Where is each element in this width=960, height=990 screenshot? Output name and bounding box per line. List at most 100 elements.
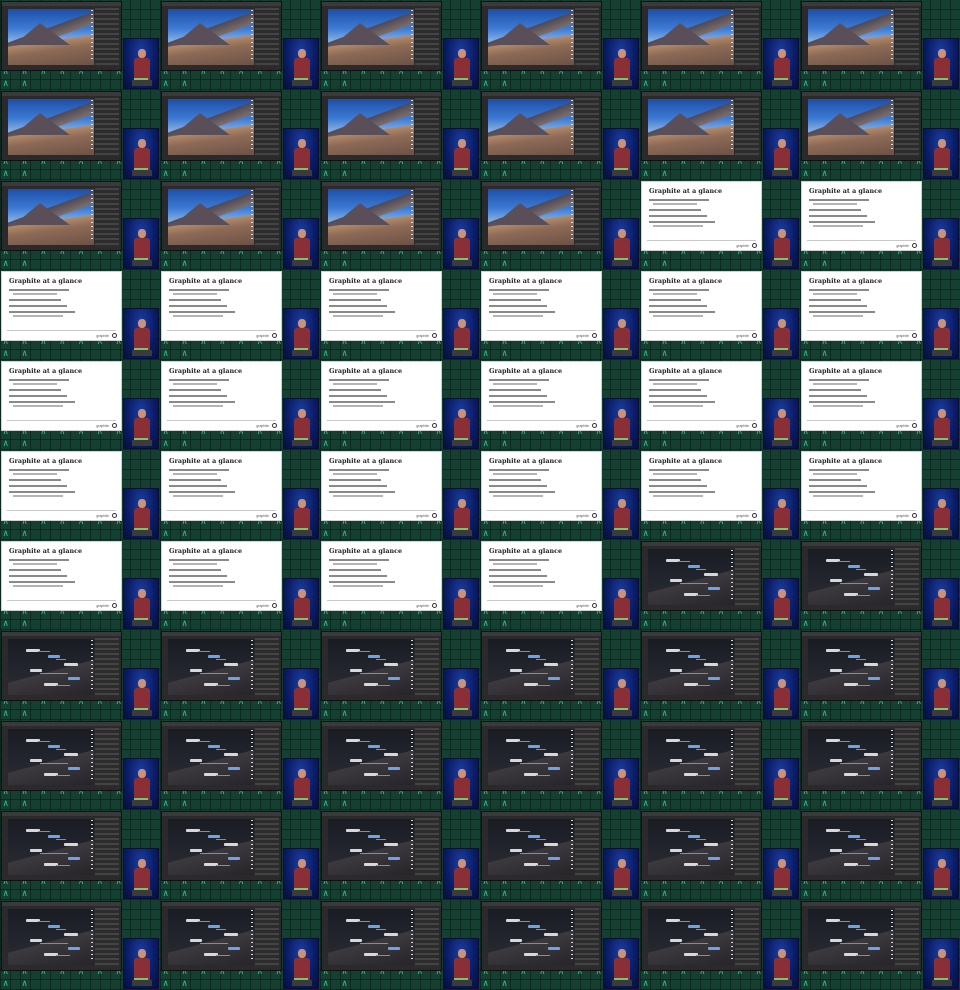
video-frame-thumbnail[interactable]: ∧ ∧ ∧ ∧ ∧ ∧ ∧ ∧ ∧ ∧ Graphite at a glance g… [0, 450, 160, 540]
video-frame-thumbnail[interactable]: ∧ ∧ ∧ ∧ ∧ ∧ ∧ ∧ ∧ ∧ Graphite at a glance g… [800, 450, 960, 540]
video-frame-thumbnail[interactable]: ∧ ∧ ∧ ∧ ∧ ∧ ∧ ∧ ∧ ∧ Graphite at a glance g… [640, 450, 800, 540]
properties-panel [735, 728, 759, 787]
slide-bullet [9, 479, 61, 481]
video-frame-thumbnail[interactable]: ∧ ∧ ∧ ∧ ∧ ∧ ∧ ∧ ∧ ∧ [800, 90, 960, 180]
video-frame-thumbnail[interactable]: ∧ ∧ ∧ ∧ ∧ ∧ ∧ ∧ ∧ ∧ [800, 540, 960, 630]
toolbar-column [891, 10, 893, 60]
speaker-head [458, 139, 466, 148]
video-frame-thumbnail[interactable]: ∧ ∧ ∧ ∧ ∧ ∧ ∧ ∧ ∧ ∧ [160, 0, 320, 90]
node-wire [520, 763, 548, 764]
node-wire [200, 673, 228, 674]
video-frame-thumbnail[interactable]: ∧ ∧ ∧ ∧ ∧ ∧ ∧ ∧ ∧ ∧ [160, 900, 320, 990]
node-wire [38, 741, 50, 742]
video-frame-thumbnail[interactable]: ∧ ∧ ∧ ∧ ∧ ∧ ∧ ∧ ∧ ∧ [320, 90, 480, 180]
video-frame-thumbnail[interactable]: ∧ ∧ ∧ ∧ ∧ ∧ ∧ ∧ ∧ ∧ [800, 0, 960, 90]
video-frame-thumbnail[interactable]: ∧ ∧ ∧ ∧ ∧ ∧ ∧ ∧ ∧ ∧ [0, 90, 160, 180]
video-frame-thumbnail[interactable]: ∧ ∧ ∧ ∧ ∧ ∧ ∧ ∧ ∧ ∧ [800, 810, 960, 900]
video-frame-thumbnail[interactable]: ∧ ∧ ∧ ∧ ∧ ∧ ∧ ∧ ∧ ∧ [0, 630, 160, 720]
video-frame-thumbnail[interactable]: ∧ ∧ ∧ ∧ ∧ ∧ ∧ ∧ ∧ ∧ [160, 630, 320, 720]
video-frame-thumbnail[interactable]: ∧ ∧ ∧ ∧ ∧ ∧ ∧ ∧ ∧ ∧ Graphite at a glance g… [480, 540, 640, 630]
video-frame-thumbnail[interactable]: ∧ ∧ ∧ ∧ ∧ ∧ ∧ ∧ ∧ ∧ [320, 180, 480, 270]
video-frame-thumbnail[interactable]: ∧ ∧ ∧ ∧ ∧ ∧ ∧ ∧ ∧ ∧ [640, 540, 800, 630]
video-frame-thumbnail[interactable]: ∧ ∧ ∧ ∧ ∧ ∧ ∧ ∧ ∧ ∧ [480, 720, 640, 810]
video-frame-thumbnail[interactable]: ∧ ∧ ∧ ∧ ∧ ∧ ∧ ∧ ∧ ∧ [640, 900, 800, 990]
video-frame-thumbnail[interactable]: ∧ ∧ ∧ ∧ ∧ ∧ ∧ ∧ ∧ ∧ [0, 720, 160, 810]
video-frame-thumbnail[interactable]: ∧ ∧ ∧ ∧ ∧ ∧ ∧ ∧ ∧ ∧ [320, 720, 480, 810]
video-frame-thumbnail[interactable]: ∧ ∧ ∧ ∧ ∧ ∧ ∧ ∧ ∧ ∧ [480, 810, 640, 900]
video-frame-thumbnail[interactable]: ∧ ∧ ∧ ∧ ∧ ∧ ∧ ∧ ∧ ∧ [320, 900, 480, 990]
video-frame-thumbnail[interactable]: ∧ ∧ ∧ ∧ ∧ ∧ ∧ ∧ ∧ ∧ [640, 90, 800, 180]
video-frame-thumbnail[interactable]: ∧ ∧ ∧ ∧ ∧ ∧ ∧ ∧ ∧ ∧ [800, 900, 960, 990]
video-frame-thumbnail[interactable]: ∧ ∧ ∧ ∧ ∧ ∧ ∧ ∧ ∧ ∧ Graphite at a glance g… [640, 180, 800, 270]
graph-node [510, 669, 522, 672]
video-frame-thumbnail[interactable]: ∧ ∧ ∧ ∧ ∧ ∧ ∧ ∧ ∧ ∧ Graphite at a glance g… [320, 360, 480, 450]
video-frame-thumbnail[interactable]: ∧ ∧ ∧ ∧ ∧ ∧ ∧ ∧ ∧ ∧ Graphite at a glance g… [640, 270, 800, 360]
video-frame-thumbnail[interactable]: ∧ ∧ ∧ ∧ ∧ ∧ ∧ ∧ ∧ ∧ Graphite at a glance g… [480, 360, 640, 450]
video-frame-thumbnail[interactable]: ∧ ∧ ∧ ∧ ∧ ∧ ∧ ∧ ∧ ∧ [640, 0, 800, 90]
video-frame-thumbnail[interactable]: ∧ ∧ ∧ ∧ ∧ ∧ ∧ ∧ ∧ ∧ Graphite at a glance g… [160, 360, 320, 450]
mountain-image [14, 23, 70, 45]
video-frame-thumbnail[interactable]: ∧ ∧ ∧ ∧ ∧ ∧ ∧ ∧ ∧ ∧ [320, 630, 480, 720]
toolbar-column [731, 10, 733, 60]
photo-editor-screen [641, 1, 762, 71]
video-frame-thumbnail[interactable]: ∧ ∧ ∧ ∧ ∧ ∧ ∧ ∧ ∧ ∧ Graphite at a glance g… [800, 270, 960, 360]
slide-bullet [649, 395, 707, 397]
video-frame-thumbnail[interactable]: ∧ ∧ ∧ ∧ ∧ ∧ ∧ ∧ ∧ ∧ [480, 630, 640, 720]
menu-bar [482, 182, 601, 186]
video-frame-thumbnail[interactable]: ∧ ∧ ∧ ∧ ∧ ∧ ∧ ∧ ∧ ∧ [480, 900, 640, 990]
presentation-slide: Graphite at a glance graphite [641, 181, 762, 251]
video-frame-thumbnail[interactable]: ∧ ∧ ∧ ∧ ∧ ∧ ∧ ∧ ∧ ∧ [800, 720, 960, 810]
canvas-viewport [168, 909, 254, 965]
node-editor-screen [641, 811, 762, 881]
graph-node [864, 663, 878, 666]
video-frame-thumbnail[interactable]: ∧ ∧ ∧ ∧ ∧ ∧ ∧ ∧ ∧ ∧ Graphite at a glance g… [320, 450, 480, 540]
video-frame-thumbnail[interactable]: ∧ ∧ ∧ ∧ ∧ ∧ ∧ ∧ ∧ ∧ [480, 90, 640, 180]
video-frame-thumbnail[interactable]: ∧ ∧ ∧ ∧ ∧ ∧ ∧ ∧ ∧ ∧ [320, 810, 480, 900]
presentation-slide: Graphite at a glance graphite [641, 451, 762, 521]
toolbar-column [91, 730, 93, 780]
slide-bullet [489, 379, 549, 381]
video-frame-thumbnail[interactable]: ∧ ∧ ∧ ∧ ∧ ∧ ∧ ∧ ∧ ∧ Graphite at a glance g… [0, 360, 160, 450]
speaker-podium [292, 440, 312, 446]
speaker-head [458, 499, 466, 508]
video-frame-thumbnail[interactable]: ∧ ∧ ∧ ∧ ∧ ∧ ∧ ∧ ∧ ∧ [0, 810, 160, 900]
video-frame-thumbnail[interactable]: ∧ ∧ ∧ ∧ ∧ ∧ ∧ ∧ ∧ ∧ Graphite at a glance g… [320, 540, 480, 630]
video-frame-thumbnail[interactable]: ∧ ∧ ∧ ∧ ∧ ∧ ∧ ∧ ∧ ∧ Graphite at a glance g… [640, 360, 800, 450]
canvas-viewport [328, 639, 414, 695]
video-frame-thumbnail[interactable]: ∧ ∧ ∧ ∧ ∧ ∧ ∧ ∧ ∧ ∧ Graphite at a glance g… [0, 270, 160, 360]
video-frame-thumbnail[interactable]: ∧ ∧ ∧ ∧ ∧ ∧ ∧ ∧ ∧ ∧ [800, 630, 960, 720]
video-frame-thumbnail[interactable]: ∧ ∧ ∧ ∧ ∧ ∧ ∧ ∧ ∧ ∧ Graphite at a glance g… [160, 270, 320, 360]
node-wire [216, 775, 230, 776]
video-frame-thumbnail[interactable]: ∧ ∧ ∧ ∧ ∧ ∧ ∧ ∧ ∧ ∧ Graphite at a glance g… [320, 270, 480, 360]
slide-bullet [653, 405, 703, 407]
video-frame-thumbnail[interactable]: ∧ ∧ ∧ ∧ ∧ ∧ ∧ ∧ ∧ ∧ Graphite at a glance g… [160, 450, 320, 540]
speaker-podium [452, 530, 472, 536]
video-frame-thumbnail[interactable]: ∧ ∧ ∧ ∧ ∧ ∧ ∧ ∧ ∧ ∧ [480, 180, 640, 270]
node-editor-screen [641, 631, 762, 701]
video-frame-thumbnail[interactable]: ∧ ∧ ∧ ∧ ∧ ∧ ∧ ∧ ∧ ∧ [160, 720, 320, 810]
video-frame-thumbnail[interactable]: ∧ ∧ ∧ ∧ ∧ ∧ ∧ ∧ ∧ ∧ [320, 0, 480, 90]
video-frame-thumbnail[interactable]: ∧ ∧ ∧ ∧ ∧ ∧ ∧ ∧ ∧ ∧ Graphite at a glance g… [800, 180, 960, 270]
slide-title: Graphite at a glance [329, 277, 403, 285]
video-frame-thumbnail[interactable]: ∧ ∧ ∧ ∧ ∧ ∧ ∧ ∧ ∧ ∧ Graphite at a glance g… [800, 360, 960, 450]
video-frame-thumbnail[interactable]: ∧ ∧ ∧ ∧ ∧ ∧ ∧ ∧ ∧ ∧ [160, 810, 320, 900]
video-frame-thumbnail[interactable]: ∧ ∧ ∧ ∧ ∧ ∧ ∧ ∧ ∧ ∧ [0, 900, 160, 990]
video-frame-thumbnail[interactable]: ∧ ∧ ∧ ∧ ∧ ∧ ∧ ∧ ∧ ∧ [640, 630, 800, 720]
video-frame-thumbnail[interactable]: ∧ ∧ ∧ ∧ ∧ ∧ ∧ ∧ ∧ ∧ [640, 810, 800, 900]
video-frame-thumbnail[interactable]: ∧ ∧ ∧ ∧ ∧ ∧ ∧ ∧ ∧ ∧ Graphite at a glance g… [160, 540, 320, 630]
video-frame-thumbnail[interactable]: ∧ ∧ ∧ ∧ ∧ ∧ ∧ ∧ ∧ ∧ Graphite at a glance g… [0, 540, 160, 630]
toolbar-column [251, 730, 253, 780]
video-frame-thumbnail[interactable]: ∧ ∧ ∧ ∧ ∧ ∧ ∧ ∧ ∧ ∧ Graphite at a glance g… [480, 450, 640, 540]
node-wire [518, 921, 530, 922]
video-frame-thumbnail[interactable]: ∧ ∧ ∧ ∧ ∧ ∧ ∧ ∧ ∧ ∧ [160, 90, 320, 180]
video-frame-thumbnail[interactable]: ∧ ∧ ∧ ∧ ∧ ∧ ∧ ∧ ∧ ∧ Graphite at a glance g… [480, 270, 640, 360]
speaker-camera [443, 848, 479, 899]
video-frame-thumbnail[interactable]: ∧ ∧ ∧ ∧ ∧ ∧ ∧ ∧ ∧ ∧ [480, 0, 640, 90]
speaker-camera [123, 488, 159, 539]
video-frame-thumbnail[interactable]: ∧ ∧ ∧ ∧ ∧ ∧ ∧ ∧ ∧ ∧ [0, 180, 160, 270]
slide-brand: graphite [896, 244, 909, 248]
video-frame-thumbnail[interactable]: ∧ ∧ ∧ ∧ ∧ ∧ ∧ ∧ ∧ ∧ [160, 180, 320, 270]
video-frame-thumbnail[interactable]: ∧ ∧ ∧ ∧ ∧ ∧ ∧ ∧ ∧ ∧ [0, 0, 160, 90]
canvas-viewport [488, 909, 574, 965]
video-frame-thumbnail[interactable]: ∧ ∧ ∧ ∧ ∧ ∧ ∧ ∧ ∧ ∧ [640, 720, 800, 810]
